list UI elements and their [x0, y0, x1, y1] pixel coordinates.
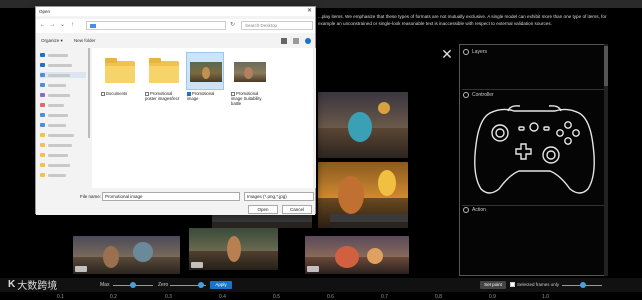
organize-menu[interactable]: Organize ▾: [41, 38, 63, 44]
file-item[interactable]: Promotional image Suitability battle: [230, 52, 268, 106]
filetype-select[interactable]: Images (*.png,*.jpg): [244, 192, 314, 201]
timeline-tick: 0.5: [273, 294, 280, 300]
frame-thumbnail[interactable]: [318, 92, 408, 158]
view-options-icon[interactable]: [281, 38, 287, 44]
file-name: Promotional image Suitability battle: [231, 91, 262, 106]
gamepad-icon: [474, 105, 595, 194]
layers-section[interactable]: Layers: [463, 47, 603, 57]
address-bar-row: ← → ⌄ ↑ ↻ Search Desktop: [36, 19, 315, 33]
dialog-toolbar: Organize ▾ New folder: [36, 35, 315, 47]
close-icon[interactable]: ✕: [307, 7, 312, 16]
timeline-tick: 0.8: [435, 294, 442, 300]
nav-item[interactable]: [40, 172, 86, 178]
file-item[interactable]: Documents: [100, 52, 138, 96]
file-name: Promotional poster images/lect: [145, 91, 179, 101]
slider-b-label: Zero: [158, 282, 169, 288]
slider-a-label: Max: [100, 282, 110, 288]
selected-only-label: Selected frames only: [517, 282, 560, 287]
file-item[interactable]: Promotional poster images/lect: [144, 52, 182, 101]
file-item-selected[interactable]: Promotional image: [186, 52, 224, 101]
section-label: Action: [472, 207, 486, 213]
nav-item[interactable]: [40, 72, 86, 78]
section-label: Layers: [472, 49, 488, 55]
timeline-tick: 0.1: [57, 294, 64, 300]
nav-item[interactable]: [40, 82, 86, 88]
search-placeholder: Search Desktop: [245, 23, 278, 28]
nav-item[interactable]: [40, 112, 86, 118]
nav-item[interactable]: [40, 62, 86, 68]
slider-b-knob[interactable]: [198, 282, 204, 288]
timeline-tick: 0.4: [219, 294, 226, 300]
navigation-pane: [36, 48, 90, 188]
close-icon[interactable]: ✕: [440, 47, 454, 61]
cancel-button[interactable]: Cancel: [282, 205, 312, 214]
refresh-icon[interactable]: ↻: [229, 22, 236, 29]
set-point-button[interactable]: Set point: [480, 281, 506, 289]
frame-thumbnail[interactable]: [330, 214, 408, 228]
timeline-tick: 0.6: [327, 294, 334, 300]
forward-arrow-icon[interactable]: →: [49, 22, 56, 29]
action-section[interactable]: Action: [463, 205, 603, 215]
nav-item[interactable]: [40, 152, 86, 158]
file-list-scrollbar[interactable]: [313, 48, 316, 188]
timeline-tick: 1.0: [542, 294, 549, 300]
filename-input[interactable]: Promotional image: [102, 192, 240, 201]
folder-icon: [149, 58, 179, 83]
properties-panel: Layers Controller Action: [459, 44, 607, 276]
timeline-tick: 0.9: [489, 294, 496, 300]
nav-item[interactable]: [40, 92, 86, 98]
folder-icon: [90, 24, 96, 28]
zoom-slider-knob[interactable]: [580, 282, 586, 288]
radio-icon[interactable]: [463, 92, 469, 98]
timeline-tick: 0.7: [381, 294, 388, 300]
radio-icon[interactable]: [463, 49, 469, 55]
logo-text: 大数跨境: [17, 280, 58, 292]
apply-button[interactable]: Apply: [210, 281, 232, 289]
image-thumbnail: [190, 62, 222, 82]
image-thumbnail: [234, 62, 266, 82]
help-icon[interactable]: [305, 38, 311, 44]
nav-item[interactable]: [40, 122, 86, 128]
address-input[interactable]: [86, 21, 226, 30]
filename-label: File name:: [80, 194, 102, 199]
nav-item[interactable]: [40, 142, 86, 148]
frame-thumbnail[interactable]: [73, 236, 180, 274]
folder-icon: [105, 58, 135, 83]
watermark-logo: K 大数跨境: [8, 276, 57, 292]
section-label: Controller: [472, 92, 494, 98]
nav-item[interactable]: [40, 132, 86, 138]
controller-section[interactable]: Controller: [463, 90, 603, 100]
nav-scrollbar[interactable]: [88, 48, 90, 138]
preview-pane-icon[interactable]: [293, 38, 299, 44]
dialog-title: Open: [36, 7, 315, 16]
nav-item[interactable]: [40, 102, 86, 108]
frame-thumbnail[interactable]: [305, 236, 409, 274]
timeline-tick: 0.3: [165, 294, 172, 300]
open-button[interactable]: Open: [248, 205, 278, 214]
panel-scrollbar[interactable]: [604, 44, 608, 276]
file-list: Documents Promotional poster images/lect…: [92, 48, 316, 188]
frame-thumbnail[interactable]: [212, 214, 312, 228]
timeline-tick: 0.2: [110, 294, 117, 300]
search-input[interactable]: Search Desktop: [241, 21, 313, 30]
slider-a-knob[interactable]: [130, 282, 136, 288]
file-name: Promotional image: [187, 91, 215, 101]
frame-thumbnail[interactable]: [189, 228, 278, 270]
chevron-down-icon[interactable]: ⌄: [59, 22, 66, 29]
nav-item[interactable]: [40, 52, 86, 58]
open-file-dialog: Open ✕ ← → ⌄ ↑ ↻ Search Desktop Organize…: [35, 6, 316, 215]
up-arrow-icon[interactable]: ↑: [69, 22, 76, 29]
logo-mark: K: [8, 278, 15, 290]
selected-only-checkbox[interactable]: [510, 282, 515, 287]
dialog-footer: File name: Promotional image Images (*.p…: [36, 189, 315, 215]
back-arrow-icon[interactable]: ←: [39, 22, 46, 29]
file-name: Documents: [106, 91, 128, 96]
radio-icon[interactable]: [463, 207, 469, 213]
new-folder-button[interactable]: New folder: [74, 38, 96, 43]
nav-item[interactable]: [40, 162, 86, 168]
